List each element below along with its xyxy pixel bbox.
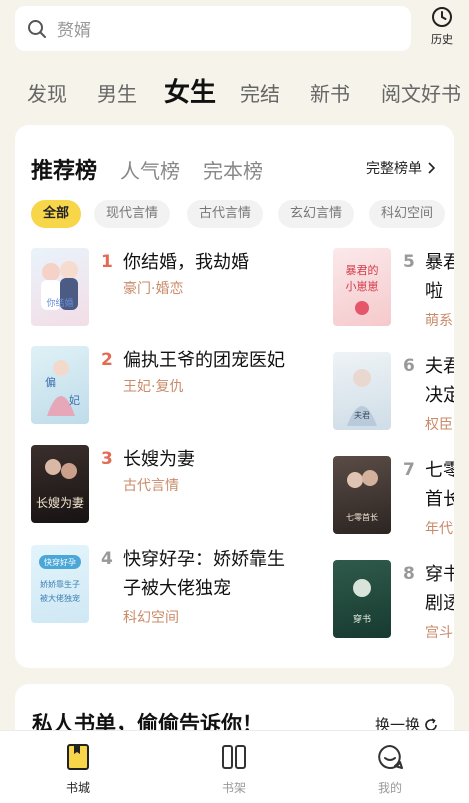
svg-text:被大佬独宠: 被大佬独宠 xyxy=(40,593,80,603)
nav-profile[interactable]: 我的 xyxy=(360,743,420,796)
tab-yuewen-good-books[interactable]: 阅文好书 xyxy=(381,78,461,107)
svg-text:快穿好孕: 快穿好孕 xyxy=(44,557,76,567)
history-label: 历史 xyxy=(431,33,453,46)
svg-text:七零首长: 七零首长 xyxy=(346,512,378,522)
book-title: 你结婚，我劫婚 xyxy=(123,252,249,273)
book-title: 穿书 xyxy=(425,564,454,585)
book-cover: 夫君 xyxy=(333,352,391,430)
book-title-line2: 首长 xyxy=(425,489,454,510)
chip-fantasy-romance[interactable]: 玄幻言情 xyxy=(278,200,355,228)
rank-number: 2 xyxy=(101,350,113,370)
book-item[interactable]: 长嫂为妻 3 长嫂为妻 古代言情 xyxy=(31,445,331,525)
book-cover: 长嫂为妻 xyxy=(31,445,89,523)
tab-popularity-ranking[interactable]: 人气榜 xyxy=(120,155,180,184)
book-tag: 宫斗 xyxy=(425,625,453,641)
book-item[interactable]: 夫君 6 夫君 决定 权臣 xyxy=(333,352,454,433)
rank-number: 4 xyxy=(101,549,113,569)
nav-bookshelf-label: 书架 xyxy=(221,781,246,795)
chip-modern-romance[interactable]: 现代言情 xyxy=(94,200,171,228)
svg-text:小崽崽: 小崽崽 xyxy=(346,280,379,293)
book-cover: 七零首长 xyxy=(333,456,391,534)
tab-discover[interactable]: 发现 xyxy=(27,78,67,107)
book-title: 七零 xyxy=(425,460,454,481)
ranking-card: 推荐榜 人气榜 完本榜 完整榜单 全部 现代言情 古代言情 玄幻言情 科幻空间 … xyxy=(15,125,454,668)
rank-number: 7 xyxy=(403,460,415,480)
svg-text:穿书: 穿书 xyxy=(353,613,371,625)
chip-all[interactable]: 全部 xyxy=(31,200,82,228)
svg-text:你结婚: 你结婚 xyxy=(46,297,73,309)
book-cover: 穿书 xyxy=(333,560,391,638)
chevron-right-icon xyxy=(428,162,436,174)
chip-ancient-romance[interactable]: 古代言情 xyxy=(187,200,264,228)
book-item[interactable]: 你结婚 1 你结婚，我劫婚 豪门·婚恋 xyxy=(31,248,331,328)
book-item[interactable]: 快穿好孕 娇娇靠生子 被大佬独宠 4 快穿好孕：娇娇靠生 子被大佬独宠 科幻空间 xyxy=(31,545,331,626)
book-tag: 萌系 xyxy=(425,313,453,329)
rank-number: 6 xyxy=(403,356,415,376)
book-cover: 暴君的 小崽崽 xyxy=(333,248,391,326)
svg-text:长嫂为妻: 长嫂为妻 xyxy=(36,496,84,510)
svg-text:暴君的: 暴君的 xyxy=(346,263,379,277)
nav-bookshelf[interactable]: 书架 xyxy=(204,743,264,796)
svg-text:偏: 偏 xyxy=(45,375,56,389)
bottom-nav: 书城 书架 我的 xyxy=(0,730,469,803)
nav-profile-label: 我的 xyxy=(377,781,402,795)
book-cover: 你结婚 xyxy=(31,248,89,326)
book-cover: 偏 妃 xyxy=(31,346,89,424)
book-item[interactable]: 暴君的 小崽崽 5 暴君 啦 萌系 xyxy=(333,248,454,329)
book-title: 暴君 xyxy=(425,252,454,273)
search-icon xyxy=(28,19,46,38)
search-placeholder: 赘婿 xyxy=(57,21,91,41)
rank-number: 8 xyxy=(403,564,415,584)
svg-text:娇娇靠生子: 娇娇靠生子 xyxy=(40,579,80,589)
book-tag: 古代言情 xyxy=(123,478,179,494)
tab-completed-ranking[interactable]: 完本榜 xyxy=(203,155,263,184)
tab-recommended-ranking[interactable]: 推荐榜 xyxy=(31,153,97,185)
category-tabs: 发现 男生 女生 完结 新书 阅文好书 xyxy=(0,70,469,110)
book-title-line2: 剧透 xyxy=(425,593,454,614)
book-title: 夫君 xyxy=(425,356,454,377)
book-item[interactable]: 穿书 8 穿书 剧透 宫斗 xyxy=(333,560,454,641)
search-bar[interactable]: 赘婿 xyxy=(15,6,411,51)
rank-number: 3 xyxy=(101,449,113,469)
book-tag: 王妃·复仇 xyxy=(123,379,184,395)
full-ranking-label: 完整榜单 xyxy=(366,161,422,177)
top-bar: 赘婿 历史 xyxy=(0,0,469,60)
clock-icon xyxy=(432,7,452,27)
book-tag: 豪门·婚恋 xyxy=(123,281,184,297)
book-cover: 快穿好孕 娇娇靠生子 被大佬独宠 xyxy=(31,545,89,623)
book-title: 长嫂为妻 xyxy=(123,449,195,470)
tab-completed[interactable]: 完结 xyxy=(240,78,280,107)
bookshelf-icon xyxy=(222,745,246,769)
tab-new-books[interactable]: 新书 xyxy=(310,78,350,107)
rank-number: 1 xyxy=(101,252,113,272)
profile-icon xyxy=(378,745,403,769)
bookstore-icon xyxy=(67,744,89,770)
book-title: 快穿好孕：娇娇靠生 xyxy=(123,549,285,570)
svg-text:妃: 妃 xyxy=(69,393,80,407)
svg-text:夫君: 夫君 xyxy=(354,410,370,420)
tab-male[interactable]: 男生 xyxy=(97,78,137,107)
book-title: 偏执王爷的团宠医妃 xyxy=(123,350,285,371)
book-tag: 权臣 xyxy=(425,417,453,433)
full-ranking-link[interactable]: 完整榜单 xyxy=(366,158,436,178)
book-tag: 科幻空间 xyxy=(123,610,179,626)
book-item[interactable]: 七零首长 7 七零 首长 年代 xyxy=(333,456,454,537)
tab-female[interactable]: 女生 xyxy=(164,72,216,109)
nav-bookstore-label: 书城 xyxy=(65,781,90,795)
nav-bookstore[interactable]: 书城 xyxy=(48,743,108,796)
book-item[interactable]: 偏 妃 2 偏执王爷的团宠医妃 王妃·复仇 xyxy=(31,346,331,426)
book-tag: 年代 xyxy=(425,521,453,537)
book-title-line2: 子被大佬独宠 xyxy=(123,578,231,599)
book-title-line2: 啦 xyxy=(425,281,443,302)
rank-number: 5 xyxy=(403,252,415,272)
book-title-line2: 决定 xyxy=(425,385,454,406)
history-button[interactable]: 历史 xyxy=(422,6,462,47)
chip-scifi-space[interactable]: 科幻空间 xyxy=(369,200,446,228)
